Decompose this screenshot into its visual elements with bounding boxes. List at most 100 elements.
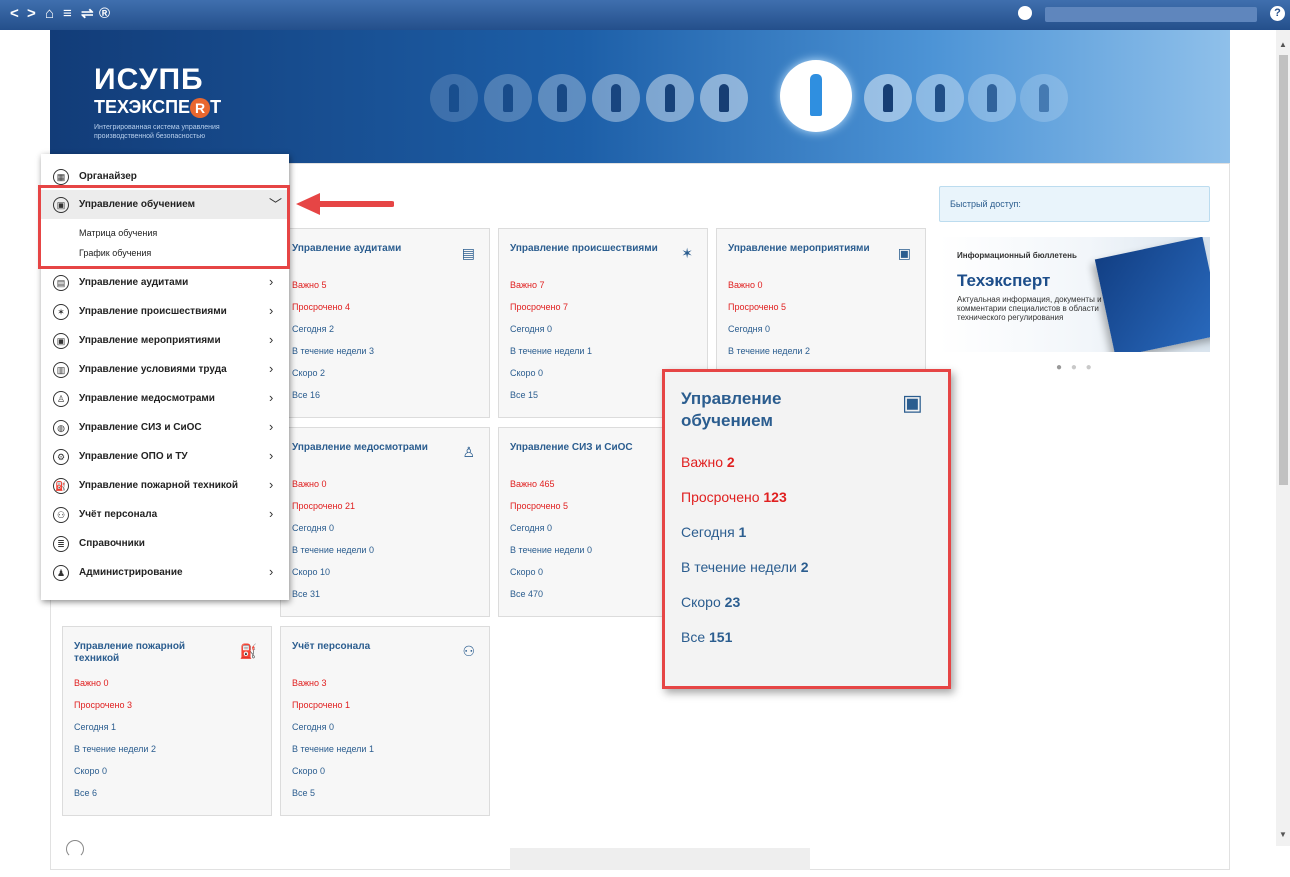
card-row-overdue[interactable]: Просрочено 5 <box>510 501 568 511</box>
menu-item-audits[interactable]: ▤ Управление аудитами › <box>41 268 289 297</box>
opo-icon: ⚙ <box>53 449 69 465</box>
card-row-soon[interactable]: Скоро 10 <box>292 567 330 577</box>
card-row-soon[interactable]: Скоро 2 <box>292 368 325 378</box>
person-icon <box>430 74 478 122</box>
card-row-week[interactable]: В течение недели 0 <box>510 545 592 555</box>
card-row-important[interactable]: Важно 7 <box>510 280 545 290</box>
promo-line: Информационный бюллетень <box>957 251 1077 260</box>
card-row-today[interactable]: Сегодня 2 <box>292 324 334 334</box>
chevron-right-icon: › <box>269 332 274 347</box>
card-fire[interactable]: Управление пожарной техникой ⛽ Важно 0 П… <box>62 626 272 816</box>
menu-item-staff[interactable]: ⚇ Учёт персонала › <box>41 500 289 529</box>
logo-title[interactable]: ИСУПБ <box>94 63 204 97</box>
card-row-soon[interactable]: Скоро 0 <box>74 766 107 776</box>
zoom-row-all[interactable]: Все 151 <box>681 629 732 645</box>
zoom-row-today[interactable]: Сегодня 1 <box>681 524 746 540</box>
bulletin-cover-image <box>1094 237 1210 352</box>
card-row-today[interactable]: Сегодня 1 <box>74 722 116 732</box>
scroll-down-icon[interactable]: ▼ <box>1279 830 1287 839</box>
card-row-all[interactable]: Все 31 <box>292 589 320 599</box>
card-row-important[interactable]: Важно 0 <box>728 280 763 290</box>
card-row-week[interactable]: В течение недели 1 <box>292 744 374 754</box>
card-row-important[interactable]: Важно 3 <box>292 678 327 688</box>
card-row-important[interactable]: Важно 0 <box>292 479 327 489</box>
scroll-up-icon[interactable]: ▲ <box>1279 40 1287 49</box>
scroll-thumb[interactable] <box>1279 55 1288 485</box>
card-row-today[interactable]: Сегодня 0 <box>292 722 334 732</box>
card-audits[interactable]: Управление аудитами ▤ Важно 5 Просрочено… <box>280 228 490 418</box>
card-row-week[interactable]: В течение недели 0 <box>292 545 374 555</box>
menu-item-fire[interactable]: ⛽ Управление пожарной техникой › <box>41 471 289 500</box>
card-title: Управление аудитами <box>292 243 402 254</box>
card-staff[interactable]: Учёт персонала ⚇ Важно 3 Просрочено 1 Се… <box>280 626 490 816</box>
quick-access-label: Быстрый доступ: <box>950 199 1021 209</box>
card-row-soon[interactable]: Скоро 0 <box>510 567 543 577</box>
zoom-row-week[interactable]: В течение недели 2 <box>681 559 809 575</box>
loading-icon <box>66 840 84 858</box>
menu-item-admin[interactable]: ♟ Администрирование › <box>41 558 289 587</box>
card-row-important[interactable]: Важно 5 <box>292 280 327 290</box>
chevron-right-icon: › <box>269 564 274 579</box>
card-row-week[interactable]: В течение недели 2 <box>74 744 156 754</box>
card-row-overdue[interactable]: Просрочено 7 <box>510 302 568 312</box>
zoom-row-soon[interactable]: Скоро 23 <box>681 594 740 610</box>
card-row-overdue[interactable]: Просрочено 21 <box>292 501 355 511</box>
card-row-all[interactable]: Все 15 <box>510 390 538 400</box>
help-icon[interactable]: ? <box>1270 6 1285 21</box>
card-row-all[interactable]: Все 6 <box>74 788 97 798</box>
card-medical[interactable]: Управление медосмотрами ♙ Важно 0 Просро… <box>280 427 490 617</box>
card-row-week[interactable]: В течение недели 3 <box>292 346 374 356</box>
user-icon[interactable] <box>1018 6 1032 20</box>
staff-group-icon: ⚇ <box>462 643 475 659</box>
card-row-overdue[interactable]: Просрочено 4 <box>292 302 350 312</box>
promo-banner[interactable]: Информационный бюллетень Техэксперт Акту… <box>939 237 1210 352</box>
zoom-row-important[interactable]: Важно 2 <box>681 454 735 470</box>
chevron-right-icon: › <box>269 303 274 318</box>
carousel-dots[interactable]: ● ● ● <box>1056 362 1095 373</box>
filter-icon[interactable]: ⇌ <box>81 6 94 22</box>
menu-item-opo[interactable]: ⚙ Управление ОПО и ТУ › <box>41 442 289 471</box>
registered-icon[interactable]: ® <box>99 6 110 22</box>
promo-brand: Техэксперт <box>957 271 1051 290</box>
card-title: Управление пожарной техникой <box>74 641 186 664</box>
card-row-overdue[interactable]: Просрочено 3 <box>74 700 132 710</box>
menu-item-events[interactable]: ▣ Управление мероприятиями › <box>41 326 289 355</box>
card-row-today[interactable]: Сегодня 0 <box>728 324 770 334</box>
checklist-icon: ▤ <box>461 245 475 261</box>
menu-item-ppe[interactable]: ◍ Управление СИЗ и СиОС › <box>41 413 289 442</box>
card-row-all[interactable]: Все 5 <box>292 788 315 798</box>
card-row-overdue[interactable]: Просрочено 1 <box>292 700 350 710</box>
card-row-week[interactable]: В течение недели 1 <box>510 346 592 356</box>
menu-item-incidents[interactable]: ✶ Управление происшествиями › <box>41 297 289 326</box>
user-name-box[interactable] <box>1045 7 1257 22</box>
card-row-important[interactable]: Важно 0 <box>74 678 109 688</box>
card-row-week[interactable]: В течение недели 2 <box>728 346 810 356</box>
menu-item-work-conditions[interactable]: ▥ Управление условиями труда › <box>41 355 289 384</box>
card-row-important[interactable]: Важно 465 <box>510 479 555 489</box>
card-row-soon[interactable]: Скоро 0 <box>292 766 325 776</box>
zoom-row-overdue[interactable]: Просрочено 123 <box>681 489 787 505</box>
card-row-all[interactable]: Все 470 <box>510 589 543 599</box>
header-banner: ИСУПБ ТЕХЭКСПЕ R Т Интегрированная система… <box>50 30 1230 163</box>
zoomed-card-training[interactable]: Управление обучением ▣ Важно 2 Просрочен… <box>662 369 951 689</box>
chevron-right-icon: › <box>269 361 274 376</box>
fire-extinguisher-icon: ⛽ <box>239 643 257 659</box>
card-row-today[interactable]: Сегодня 0 <box>510 324 552 334</box>
card-row-today[interactable]: Сегодня 0 <box>292 523 334 533</box>
menu-item-label: Учёт персонала <box>79 509 158 520</box>
card-title: Учёт персонала <box>292 641 371 652</box>
menu-item-medical[interactable]: ♙ Управление медосмотрами › <box>41 384 289 413</box>
card-row-soon[interactable]: Скоро 0 <box>510 368 543 378</box>
menu-item-reference[interactable]: ≣ Справочники <box>41 529 289 558</box>
forward-icon[interactable]: > <box>27 6 36 22</box>
home-icon[interactable]: ⌂ <box>45 6 54 22</box>
card-row-today[interactable]: Сегодня 0 <box>510 523 552 533</box>
card-row-overdue[interactable]: Просрочено 5 <box>728 302 786 312</box>
menu-item-label: Администрирование <box>79 567 183 578</box>
fire-icon: ⛽ <box>53 478 69 494</box>
back-icon[interactable]: < <box>10 6 19 22</box>
menu-icon[interactable]: ≡ <box>63 6 72 22</box>
card-row-all[interactable]: Все 16 <box>292 390 320 400</box>
quick-access[interactable]: Быстрый доступ: <box>939 186 1210 222</box>
red-arrow-icon <box>296 193 394 215</box>
